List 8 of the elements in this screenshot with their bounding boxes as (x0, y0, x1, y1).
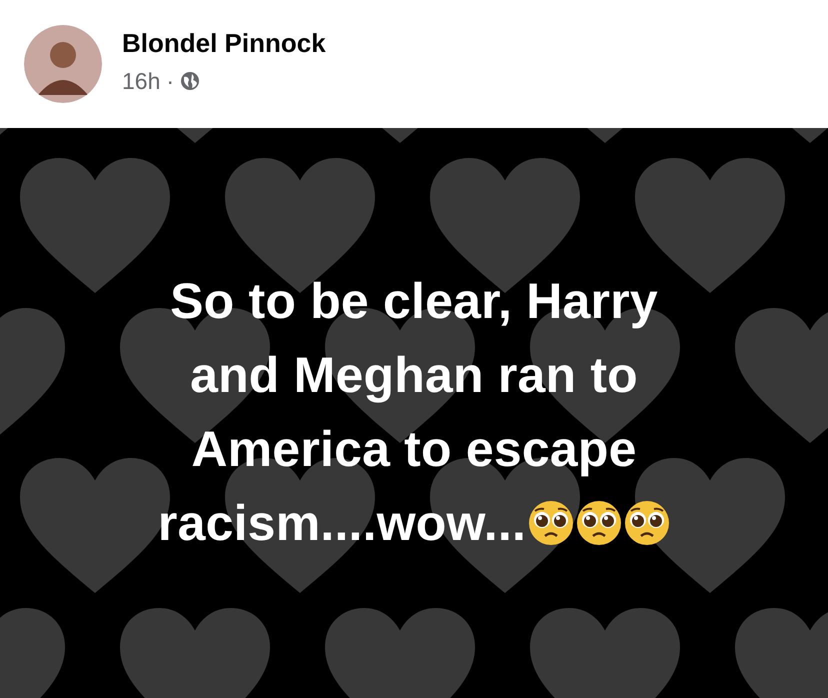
post-time[interactable]: 16h (122, 64, 160, 99)
pleading-face-icon (624, 500, 670, 546)
globe-icon (180, 71, 200, 92)
avatar[interactable] (24, 25, 102, 103)
pleading-face-icon (576, 500, 622, 546)
author-name[interactable]: Blondel Pinnock (122, 29, 326, 58)
pleading-face-icon (528, 500, 574, 546)
separator: · (166, 67, 174, 96)
